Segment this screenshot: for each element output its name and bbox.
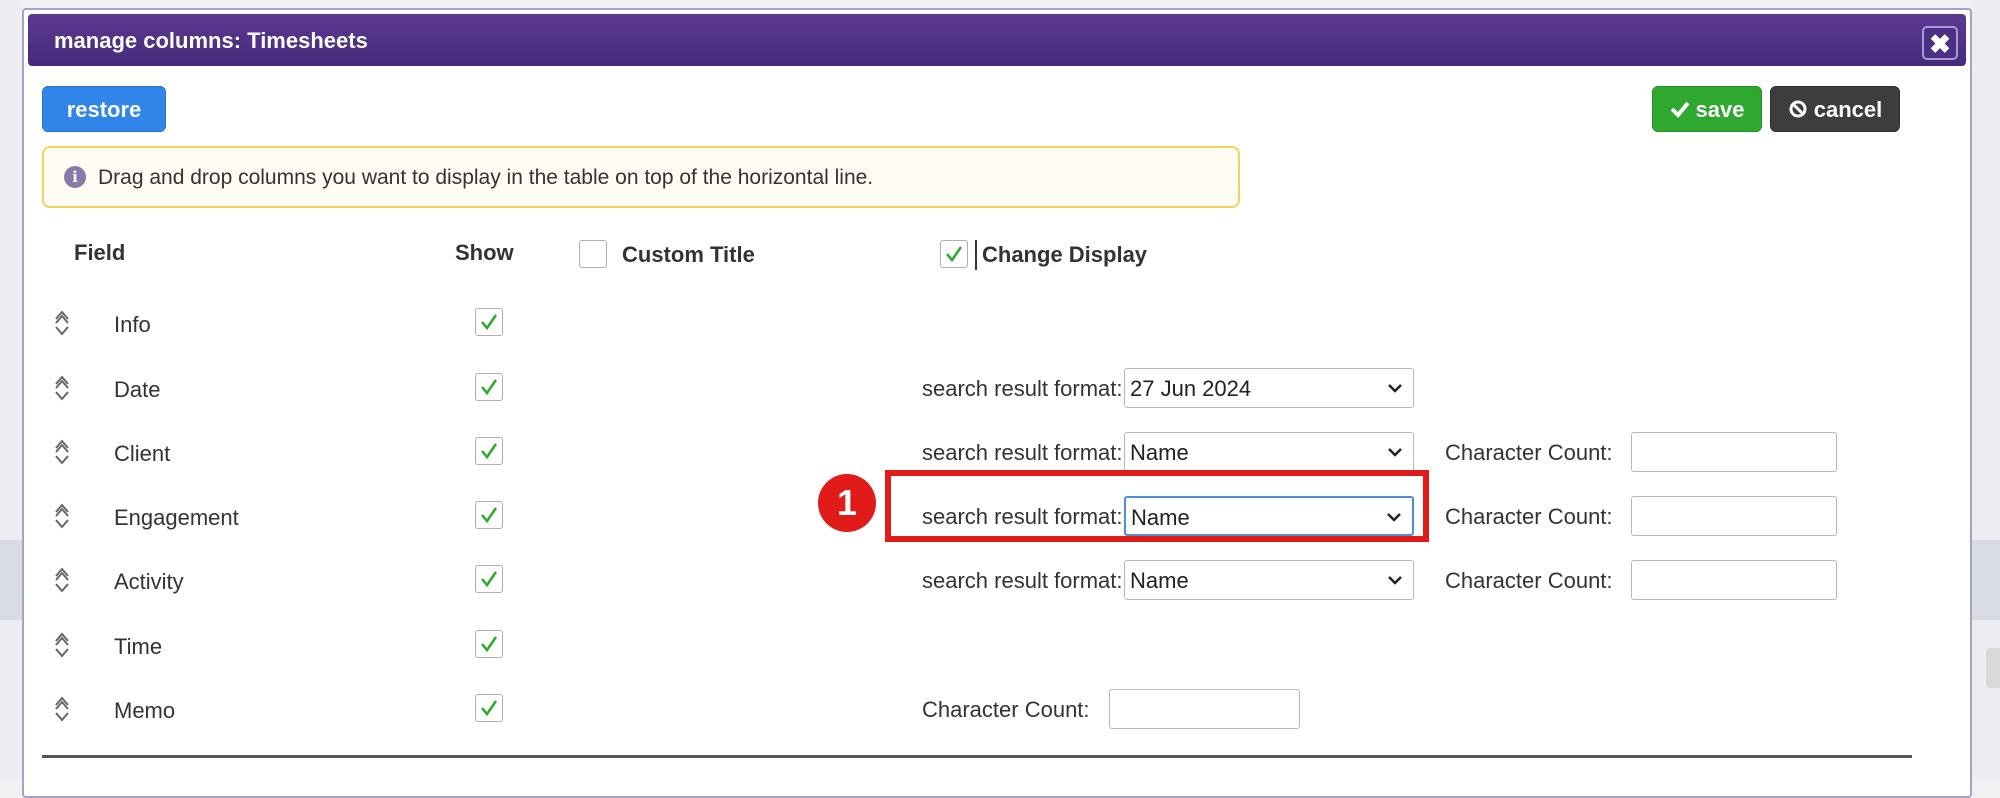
close-button[interactable]: ✖ [1922, 26, 1958, 60]
dialog-title: manage columns: Timesheets [54, 28, 368, 53]
text-cursor [975, 240, 977, 270]
info-text: Drag and drop columns you want to displa… [98, 166, 874, 189]
check-icon [481, 507, 498, 524]
char-count-label-client: Character Count: [1445, 440, 1613, 465]
background-app-left [0, 0, 22, 779]
header-custom-title: Custom Title [622, 242, 755, 267]
drag-handle-icon[interactable] [52, 565, 72, 595]
drag-handle-icon[interactable] [52, 373, 72, 403]
format-value-client: Name [1130, 440, 1189, 465]
background-scroll-thumb [1986, 648, 2000, 688]
field-label-info: Info [114, 312, 151, 337]
check-icon [481, 314, 498, 331]
drag-handle-icon[interactable] [52, 501, 72, 531]
drag-handle-icon[interactable] [52, 694, 72, 724]
save-button[interactable]: save [1652, 86, 1762, 132]
check-icon [481, 636, 498, 653]
format-value-date: 27 Jun 2024 [1130, 376, 1252, 401]
field-label-date: Date [114, 377, 161, 402]
save-label: save [1695, 97, 1745, 122]
show-checkbox-memo[interactable] [475, 694, 503, 722]
format-select-client[interactable]: Name [1124, 432, 1414, 472]
format-value-activity: Name [1130, 568, 1189, 593]
char-count-label-memo: Character Count: [922, 697, 1090, 722]
format-select-activity[interactable]: Name [1124, 560, 1414, 600]
background-band [0, 540, 22, 620]
chevron-down-icon [1388, 448, 1402, 457]
field-label-engagement: Engagement [114, 505, 239, 530]
change-display-checkbox[interactable] [940, 240, 968, 268]
show-checkbox-time[interactable] [475, 630, 503, 658]
horizontal-divider [42, 755, 1912, 758]
check-icon [481, 571, 498, 588]
drag-handle-icon[interactable] [52, 437, 72, 467]
dialog-titlebar: manage columns: Timesheets ✖ [28, 14, 1966, 66]
annotation-badge: 1 [818, 474, 876, 532]
check-icon [481, 379, 498, 396]
char-count-label-engagement: Character Count: [1445, 504, 1613, 529]
chevron-down-icon [1388, 384, 1402, 393]
drag-handle-icon[interactable] [52, 308, 72, 338]
show-checkbox-activity[interactable] [475, 565, 503, 593]
format-select-date[interactable]: 27 Jun 2024 [1124, 368, 1414, 408]
format-label-activity: search result format: [922, 568, 1123, 593]
char-count-input-activity[interactable] [1631, 560, 1837, 600]
header-field: Field [74, 240, 126, 265]
char-count-input-memo[interactable] [1109, 689, 1300, 729]
cancel-button[interactable]: cancel [1770, 86, 1900, 132]
annotation-highlight-box [885, 470, 1429, 542]
drag-handle-icon[interactable] [52, 630, 72, 660]
background-band-right [1970, 540, 2000, 620]
restore-label: restore [66, 97, 142, 122]
check-icon [481, 443, 498, 460]
show-checkbox-client[interactable] [475, 437, 503, 465]
header-show: Show [455, 240, 514, 265]
info-box: i Drag and drop columns you want to disp… [42, 146, 1240, 208]
cancel-label: cancel [1813, 97, 1883, 122]
field-label-time: Time [114, 634, 163, 659]
ban-icon [1789, 100, 1807, 118]
check-icon [946, 246, 963, 263]
char-count-label-activity: Character Count: [1445, 568, 1613, 593]
show-checkbox-date[interactable] [475, 373, 503, 401]
chevron-down-icon [1388, 576, 1402, 585]
header-change-display: Change Display [982, 242, 1148, 267]
info-icon: i [64, 166, 86, 188]
restore-button[interactable]: restore [42, 86, 166, 132]
check-icon [1670, 101, 1690, 119]
format-label-date: search result format: [922, 376, 1123, 401]
field-label-activity: Activity [114, 569, 184, 594]
char-count-input-client[interactable] [1631, 432, 1837, 472]
show-checkbox-engagement[interactable] [475, 501, 503, 529]
field-label-client: Client [114, 441, 171, 466]
field-label-memo: Memo [114, 698, 176, 723]
check-icon [481, 700, 498, 717]
show-checkbox-info[interactable] [475, 308, 503, 336]
char-count-input-engagement[interactable] [1631, 496, 1837, 536]
format-label-client: search result format: [922, 440, 1123, 465]
custom-title-checkbox[interactable] [579, 240, 607, 268]
